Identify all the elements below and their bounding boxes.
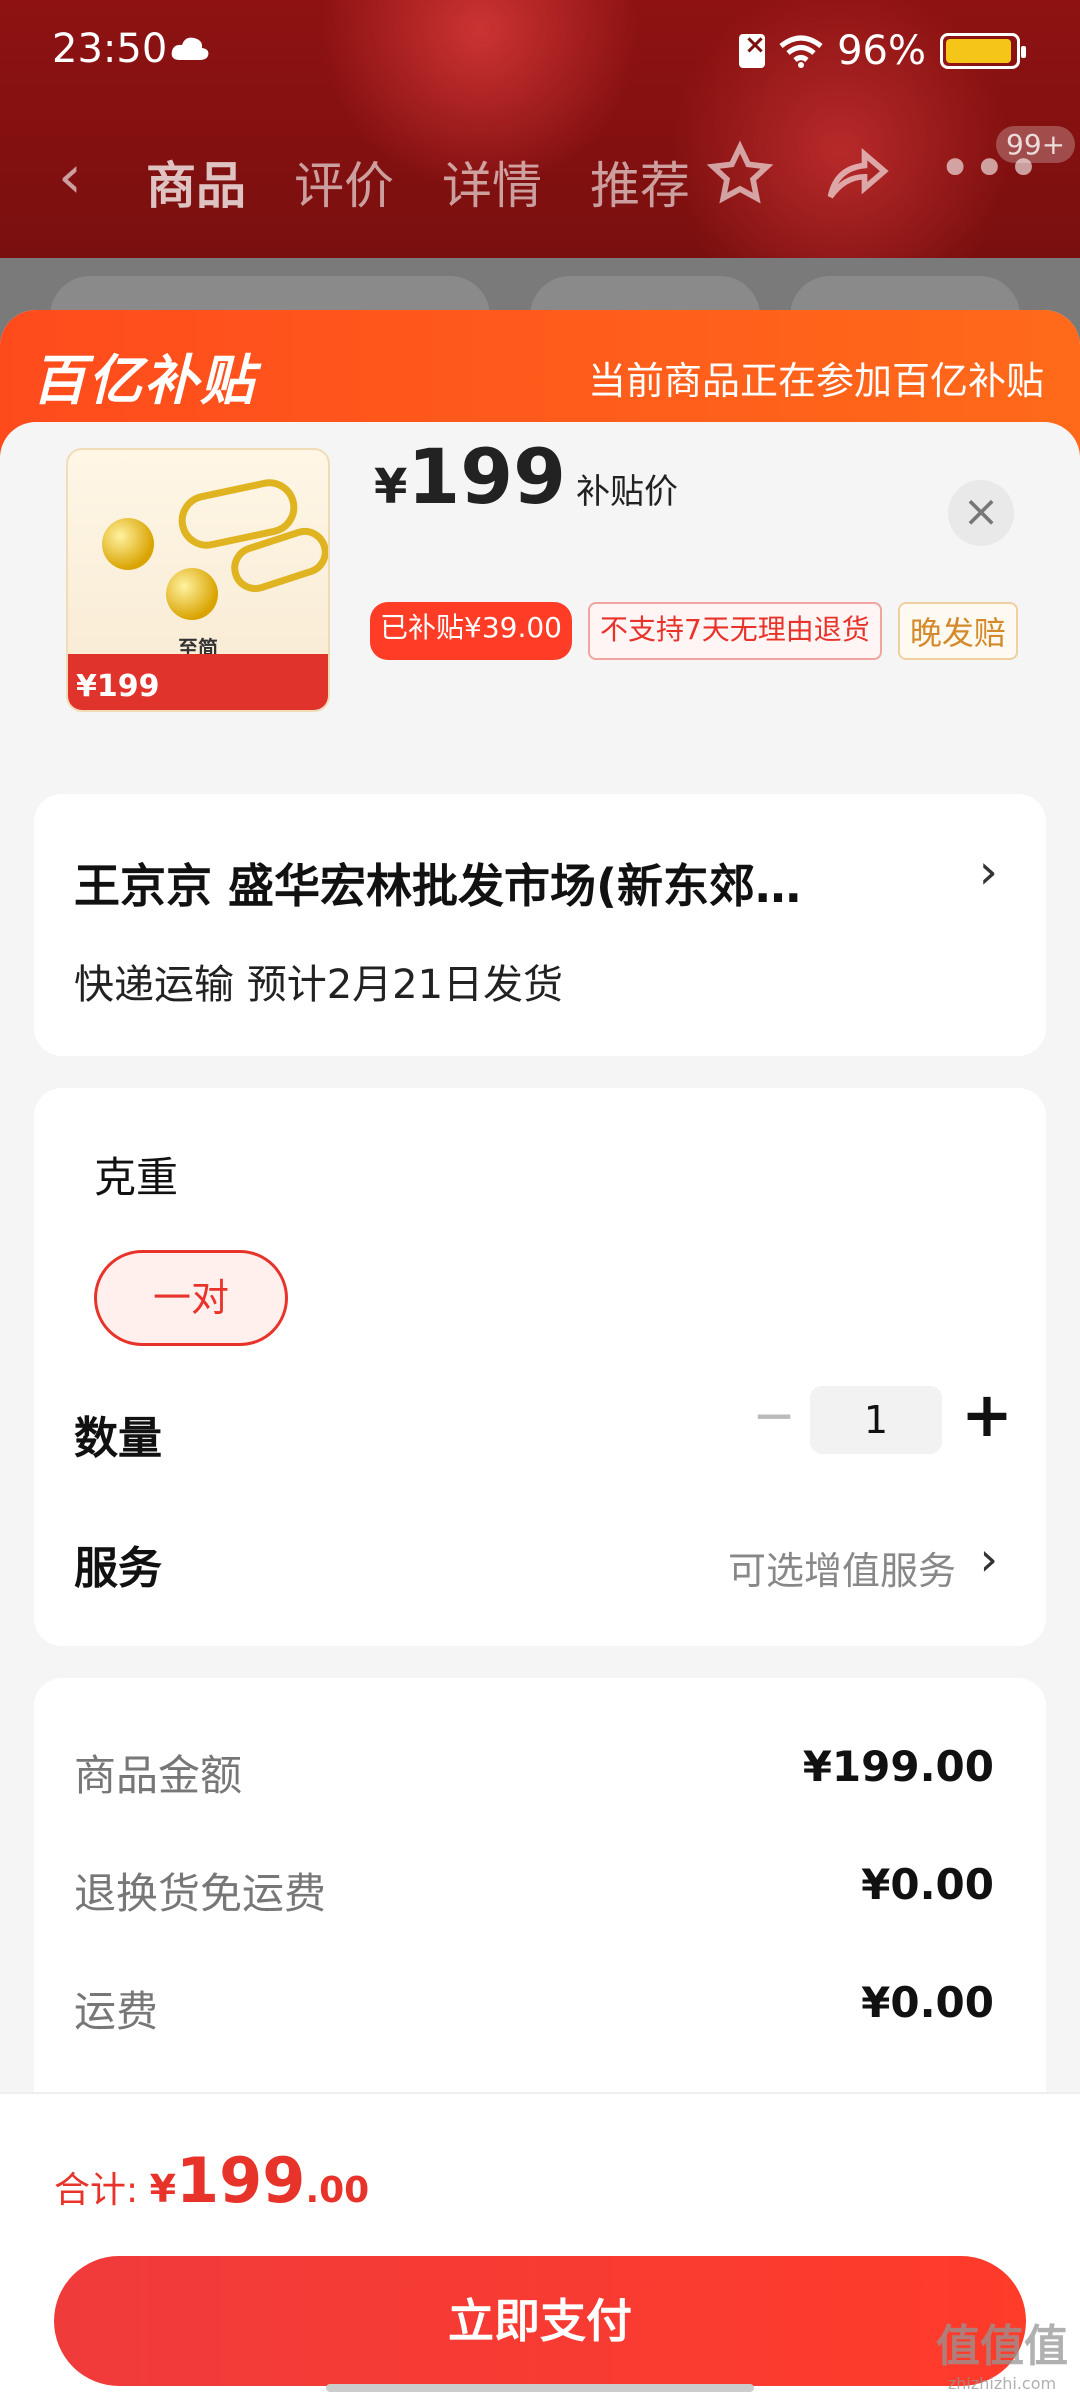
product-thumbnail[interactable]: 至简 ¥199 <box>66 448 330 712</box>
summary-row: 商品金额 ¥199.00 <box>74 1742 994 1802</box>
service-value[interactable]: 可选增值服务 <box>728 1540 956 1595</box>
close-button[interactable]: × <box>948 480 1014 546</box>
watermark-text: 值值值 <box>936 2321 1068 2372</box>
battery-percent: 96% <box>837 28 926 74</box>
status-bar: 23:50 96% <box>0 0 1080 100</box>
summary-label: 商品金额 <box>74 1751 243 1800</box>
checkout-footer: 合计: ¥199.00 立即支付 <box>0 2092 1080 2400</box>
screen: 23:50 96% ‹ 商品 评价 详情 推荐 ••• 99+ <box>0 0 1080 2400</box>
chevron-right-icon: › <box>978 844 998 900</box>
address-card[interactable]: 王京京 盛华宏林批发市场(新东郊… › 快递运输 预计2月21日发货 <box>34 794 1046 1056</box>
option-chip-pair[interactable]: 一对 <box>94 1250 288 1346</box>
price-block: ¥199 补贴价 <box>374 432 678 521</box>
thumbnail-price-strip: ¥199 <box>68 654 328 710</box>
wifi-icon <box>779 35 823 68</box>
thumbnail-price: ¥199 <box>76 669 160 704</box>
earring-ball <box>166 568 218 620</box>
summary-row: 退换货免运费 ¥0.00 <box>74 1860 994 1920</box>
quantity-decrease-button[interactable]: − <box>744 1386 804 1456</box>
total-decimal: .00 <box>305 2170 370 2211</box>
tab-product[interactable]: 商品 <box>146 146 246 218</box>
summary-row: 运费 ¥0.00 <box>74 1978 994 2038</box>
options-card: 克重 一对 数量 − 1 + 服务 可选增值服务 › <box>34 1088 1046 1646</box>
nav-bar: ‹ 商品 评价 详情 推荐 ••• 99+ <box>0 120 1080 230</box>
weight-title: 克重 <box>94 1153 179 1202</box>
subsidy-logo: 百亿补贴 <box>32 349 256 412</box>
summary-value: ¥0.00 <box>861 1860 994 1909</box>
tab-recommend[interactable]: 推荐 <box>590 146 690 218</box>
favorite-star-icon[interactable] <box>706 140 774 208</box>
cloud-icon <box>171 37 209 60</box>
back-icon[interactable]: ‹ <box>58 142 82 212</box>
status-icons: 96% <box>739 28 1026 74</box>
home-indicator[interactable] <box>326 2384 754 2392</box>
service-label: 服务 <box>74 1543 162 1594</box>
summary-label: 退换货免运费 <box>74 1869 327 1918</box>
summary-value: ¥199.00 <box>802 1742 994 1791</box>
subsidy-tag: 已补贴¥39.00 <box>370 602 572 660</box>
quantity-input[interactable]: 1 <box>810 1386 942 1454</box>
quantity-label: 数量 <box>74 1413 162 1464</box>
status-time: 23:50 <box>52 26 168 72</box>
subsidy-banner-text: 当前商品正在参加百亿补贴 <box>587 359 1044 403</box>
chevron-right-icon[interactable]: › <box>980 1532 998 1586</box>
message-badge: 99+ <box>996 126 1076 163</box>
total-integer: 199 <box>176 2144 306 2217</box>
total-label: 合计: <box>54 2170 150 2211</box>
watermark-sub: zhizhizhi.com <box>947 2374 1057 2393</box>
summary-value: ¥0.00 <box>861 1978 994 2027</box>
total-currency: ¥ <box>149 2167 177 2211</box>
total-amount: 合计: ¥199.00 <box>54 2144 369 2217</box>
tab-details[interactable]: 详情 <box>442 146 542 218</box>
earring-ball <box>102 518 154 570</box>
battery-icon <box>940 33 1026 69</box>
summary-label: 运费 <box>74 1987 159 2036</box>
late-delivery-tag[interactable]: 晚发赔 <box>897 602 1018 660</box>
product-tags: 已补贴¥39.00 不支持7天无理由退货 晚发赔 <box>370 602 1018 660</box>
price-label: 补贴价 <box>576 472 679 512</box>
address-text: 王京京 盛华宏林批发市场(新东郊… <box>74 859 802 913</box>
tab-reviews[interactable]: 评价 <box>294 146 394 218</box>
battery-level <box>946 39 1012 63</box>
share-icon[interactable] <box>822 140 890 208</box>
no-return-tag: 不支持7天无理由退货 <box>587 602 882 660</box>
summary-card: 商品金额 ¥199.00 退换货免运费 ¥0.00 运费 ¥0.00 <box>34 1678 1046 2148</box>
watermark: 值值值 zhizhizhi.com <box>936 2310 1068 2393</box>
price-currency: ¥ <box>374 459 408 515</box>
pay-now-button[interactable]: 立即支付 <box>54 2256 1026 2386</box>
sim-off-icon <box>739 30 766 68</box>
purchase-sheet: 百亿补贴 当前商品正在参加百亿补贴 至简 ¥199 ¥199 补贴价 × 已补贴¥… <box>0 310 1080 2400</box>
delivery-estimate: 快递运输 预计2月21日发货 <box>74 962 564 1008</box>
price-value: 199 <box>407 432 567 521</box>
quantity-increase-button[interactable]: + <box>952 1378 1022 1454</box>
